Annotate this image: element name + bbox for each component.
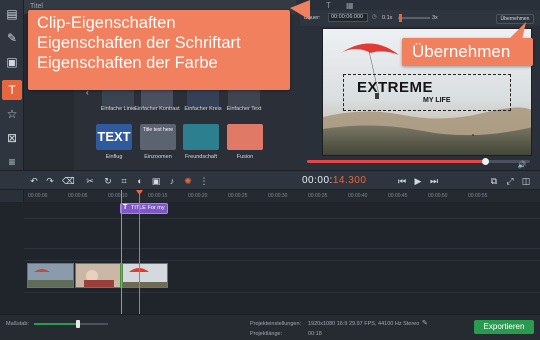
duration-input[interactable]: 00:00:06:000 <box>328 13 368 22</box>
video-editor-window: ▤ ✎ ▣ T ☆ ⊠ ≡ Titel ‹ Einfache Linie Ein… <box>0 0 540 340</box>
track-divider <box>24 248 540 249</box>
ruler-tick: 00:00:20 <box>188 193 208 199</box>
timecode-dim: 00:00: <box>302 175 333 186</box>
title-thumb-fusion[interactable] <box>227 124 263 150</box>
project-settings-label: Projekteinstellungen: <box>250 321 302 327</box>
ruler-tick: 00:00:35 <box>308 193 328 199</box>
timecode-seconds: 14 <box>332 175 345 186</box>
pencil-icon[interactable]: ✎ <box>422 319 428 327</box>
speed-max: 3x <box>432 15 438 21</box>
contrast-icon[interactable]: ◐ <box>134 175 146 187</box>
project-settings-value: 1920x1080 16:9 29.97 FPS, 44100 Hz Stere… <box>308 321 420 327</box>
ruler-tick: 00:00:25 <box>228 193 248 199</box>
font-icon[interactable]: T <box>326 1 331 10</box>
title-label: Einfacher Text <box>226 106 262 112</box>
video-clip[interactable] <box>122 263 168 288</box>
filmstrip-icon[interactable]: ▣ <box>2 52 22 72</box>
settings-gear-icon[interactable]: ✺ <box>182 175 194 187</box>
callout-apply-pointer <box>508 22 526 40</box>
magic-wand-icon[interactable]: ✎ <box>2 28 22 48</box>
crop-icon[interactable]: ⌗ <box>118 175 130 187</box>
snapshot-icon[interactable]: ◫ <box>520 175 532 187</box>
callout-pointer <box>290 0 310 20</box>
title-clip-icon: T <box>123 204 128 211</box>
menu-icon[interactable]: ≡ <box>2 152 22 172</box>
image-icon[interactable]: ▣ <box>150 175 162 187</box>
zoom-slider-fill <box>34 323 76 325</box>
undo-icon[interactable]: ↶ <box>28 175 40 187</box>
ruler-tick: 00:00:40 <box>348 193 368 199</box>
ruler-tick: 00:00:45 <box>388 193 408 199</box>
speed-slider[interactable] <box>398 17 430 19</box>
status-bar: Maßstab: Projekteinstellungen: 1920x1080… <box>0 314 540 340</box>
project-length-label: Projektlänge: <box>250 331 283 337</box>
video-clip[interactable] <box>27 263 74 288</box>
title-thumb-einflug[interactable]: TEXT <box>96 124 132 150</box>
editing-toolbar: ↶ ↷ ⌫ ✂ ↻ ⌗ ◐ ▣ ♪ ✺ ⋮ 00:00:14.300 ⏮ ▶ ⏭… <box>0 170 540 190</box>
track-divider <box>24 292 540 293</box>
import-icon[interactable]: ▤ <box>2 4 22 24</box>
scrubber-handle[interactable] <box>482 158 489 165</box>
detach-icon[interactable]: ⧉ <box>488 175 500 187</box>
rotate-icon[interactable]: ↻ <box>102 175 114 187</box>
timeline-ruler: 00:00:00 00:00:05 00:00:10 00:00:15 00:0… <box>24 190 540 202</box>
transitions-icon[interactable]: ⊠ <box>2 128 22 148</box>
callout-properties: Clip-Eigenschaften Eigenschaften der Sch… <box>28 10 290 90</box>
ruler-tick: 00:00:15 <box>148 193 168 199</box>
playhead[interactable] <box>139 190 140 314</box>
play-icon[interactable]: ▶ <box>412 175 424 187</box>
preview-scrubber[interactable] <box>307 158 530 165</box>
titles-icon[interactable]: T <box>2 80 22 100</box>
video-clip-thumb <box>123 264 167 287</box>
ruler-tick: 00:00:05 <box>68 193 88 199</box>
redo-icon[interactable]: ↷ <box>44 175 56 187</box>
scale-label: Maßstab: <box>6 321 29 327</box>
speed-slider-handle[interactable] <box>399 14 402 22</box>
ruler-tick: 00:00:10 <box>108 193 128 199</box>
scissors-icon[interactable]: ✂ <box>84 175 96 187</box>
preview-title-big: EXTREME <box>357 79 434 96</box>
timecode: 00:00:14.300 <box>302 175 366 186</box>
title-label: Fusion <box>236 154 254 160</box>
equalizer-icon[interactable]: ⋮ <box>198 175 210 187</box>
scrubber-progress <box>307 160 486 163</box>
title-thumb-freundschaft[interactable] <box>183 124 219 150</box>
title-label: Einfacher Kontrast <box>134 106 180 112</box>
shapes-icon[interactable]: ☆ <box>2 104 22 124</box>
microphone-icon[interactable]: ♪ <box>166 175 178 187</box>
callout-apply: Übernehmen <box>402 38 533 66</box>
track-divider <box>24 260 540 261</box>
video-clip[interactable] <box>75 263 121 288</box>
ruler-tick: 00:00:00 <box>28 193 48 199</box>
track-divider <box>24 218 540 219</box>
speed-icon: ◷ <box>372 14 377 20</box>
zoom-slider-handle[interactable] <box>76 320 80 328</box>
preview-title-small: MY LIFE <box>423 97 451 104</box>
skip-forward-icon[interactable]: ⏭ <box>428 175 440 187</box>
callout-font-properties: Eigenschaften der Schriftart <box>37 34 241 52</box>
trash-icon[interactable]: ⌫ <box>62 175 75 187</box>
fullscreen-icon[interactable]: ⤢ <box>504 175 516 187</box>
ruler-tick: 00:00:30 <box>268 193 288 199</box>
callout-color-properties: Eigenschaften der Farbe <box>37 54 218 72</box>
ruler-tick: 00:00:55 <box>468 193 488 199</box>
callout-clip-properties: Clip-Eigenschaften <box>37 14 176 32</box>
export-button[interactable]: Exportieren <box>474 320 534 334</box>
tool-sidebar: ▤ ✎ ▣ T ☆ ⊠ ≡ <box>0 0 24 170</box>
speed-value: 0.1x <box>382 15 393 21</box>
clip-marker <box>121 190 122 314</box>
video-clip-thumb <box>28 264 73 287</box>
project-length-value: 00:18 <box>308 331 322 337</box>
skip-back-icon[interactable]: ⏮ <box>396 175 408 187</box>
title-thumb-einzoomen[interactable]: Title text here <box>140 124 176 150</box>
video-clip-thumb <box>76 264 120 287</box>
color-icon[interactable]: ▦ <box>346 1 354 10</box>
timecode-ms: .300 <box>344 175 367 186</box>
ruler-tick: 00:00:50 <box>428 193 448 199</box>
